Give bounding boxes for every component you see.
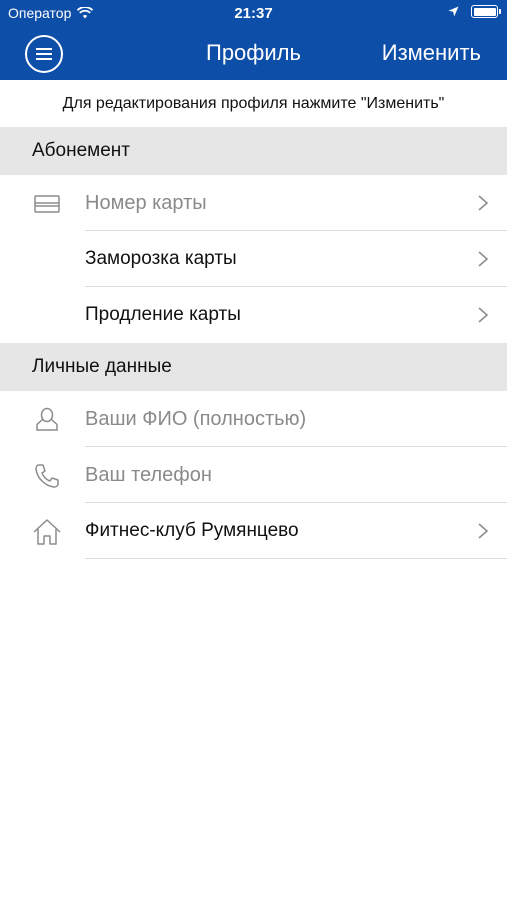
location-arrow-icon	[448, 6, 459, 17]
card-icon	[34, 195, 60, 213]
edit-hint: Для редактирования профиля нажмите "Изме…	[62, 95, 445, 112]
chevron-right-icon	[478, 251, 489, 267]
chevron-right-icon	[478, 195, 489, 211]
fitness-club-row[interactable]: Фитнес-клуб Румянцево	[0, 503, 507, 559]
status-bar: Оператор 21:37	[0, 0, 507, 26]
full-name-row[interactable]: Ваши ФИО (полностью)	[0, 391, 507, 447]
user-icon	[36, 407, 58, 431]
card-extend-label: Продление карты	[85, 304, 241, 325]
status-time: 21:37	[234, 5, 273, 22]
chevron-right-icon	[478, 523, 489, 539]
card-extend-row[interactable]: Продление карты	[0, 287, 507, 343]
phone-row[interactable]: Ваш телефон	[0, 447, 507, 503]
fitness-club-label: Фитнес-клуб Румянцево	[85, 520, 299, 541]
card-freeze-row[interactable]: Заморозка карты	[0, 231, 507, 287]
battery-icon	[471, 5, 501, 18]
edit-button[interactable]: Изменить	[382, 40, 481, 66]
row-divider	[85, 558, 507, 559]
section-header-subscription: Абонемент	[0, 127, 507, 175]
top-bar: Оператор 21:37 Профиль Изменить	[0, 0, 507, 80]
phone-icon	[35, 464, 59, 488]
card-number-row[interactable]: Номер карты	[0, 175, 507, 231]
phone-field[interactable]: Ваш телефон	[85, 447, 212, 503]
card-number-field[interactable]: Номер карты	[85, 175, 207, 231]
full-name-field[interactable]: Ваши ФИО (полностью)	[85, 391, 306, 447]
section-header-personal: Личные данные	[0, 343, 507, 391]
home-icon	[33, 519, 61, 545]
navigation-bar: Профиль Изменить	[0, 26, 507, 80]
card-freeze-label: Заморозка карты	[85, 248, 237, 269]
chevron-right-icon	[478, 307, 489, 323]
status-right	[448, 5, 501, 18]
